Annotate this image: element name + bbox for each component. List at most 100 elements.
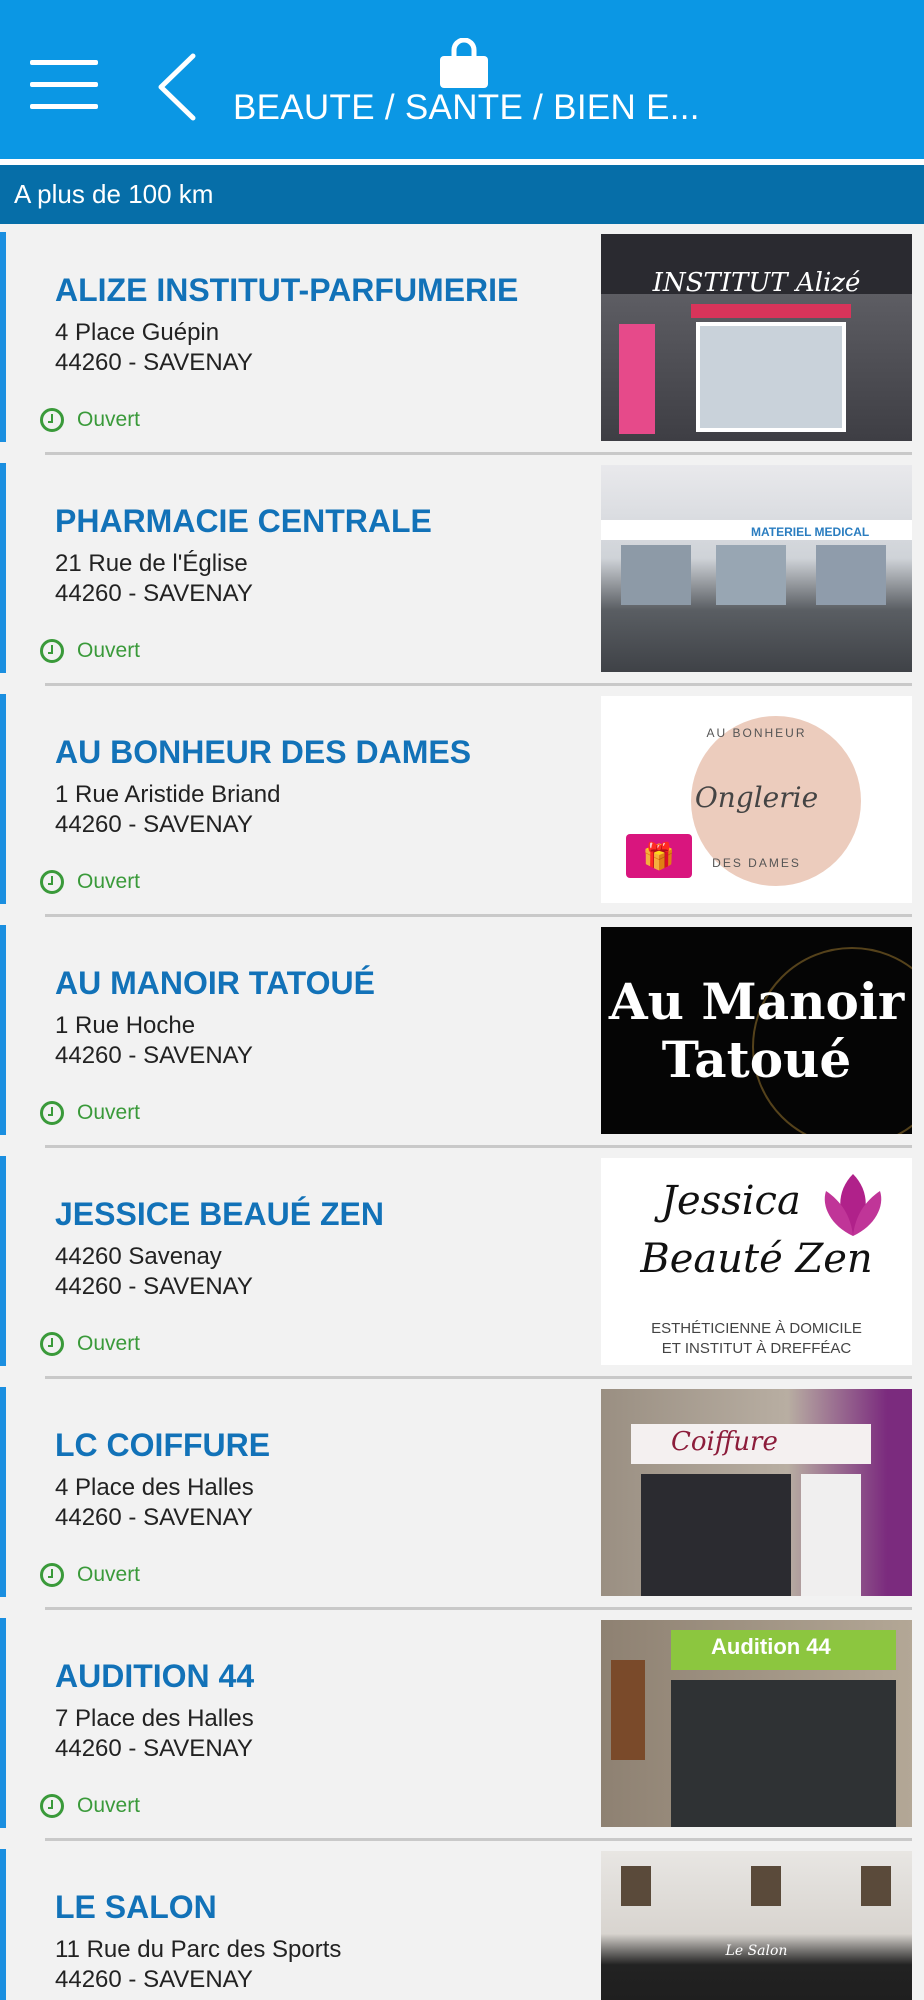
listing-address: 4 Place des Halles 44260 - SAVENAY <box>55 1473 254 1533</box>
listing-accent <box>0 463 6 673</box>
listing-street: 7 Place des Halles <box>55 1705 254 1732</box>
listing-name: ALIZE INSTITUT-PARFUMERIE <box>55 272 519 308</box>
listing-status: Ouvert <box>40 1794 140 1818</box>
listing-item[interactable]: ALIZE INSTITUT-PARFUMERIE 4 Place Guépin… <box>0 232 924 463</box>
listing-street: 21 Rue de l'Église <box>55 550 248 577</box>
listing-image-text: MATERIEL MEDICAL <box>751 525 870 539</box>
listing-street: 4 Place des Halles <box>55 1474 254 1501</box>
listing-street: 4 Place Guépin <box>55 319 220 346</box>
listing-image[interactable]: Audition 44 <box>601 1620 912 1827</box>
clock-icon <box>40 1794 64 1818</box>
clock-icon <box>40 1332 64 1356</box>
listing-image[interactable]: AU BONHEUR Onglerie DES DAMES 🎁 <box>601 696 912 903</box>
listing-item[interactable]: LC COIFFURE 4 Place des Halles 44260 - S… <box>0 1387 924 1618</box>
listing-image[interactable]: MATERIEL MEDICAL <box>601 465 912 672</box>
listing-city: 44260 - SAVENAY <box>55 1966 253 1993</box>
listing-city: 44260 - SAVENAY <box>55 811 253 838</box>
listing-city: 44260 - SAVENAY <box>55 1735 253 1762</box>
listing-status: Ouvert <box>40 639 140 663</box>
listing-address: 7 Place des Halles 44260 - SAVENAY <box>55 1704 254 1764</box>
shopping-bag-icon <box>440 38 488 88</box>
listing-item[interactable]: LE SALON 11 Rue du Parc des Sports 44260… <box>0 1849 924 2000</box>
listing-divider <box>45 1376 912 1379</box>
listing-image-text-mid: Onglerie <box>694 781 819 814</box>
listing-name: LC COIFFURE <box>55 1427 271 1463</box>
listing-address: 44260 Savenay 44260 - SAVENAY <box>55 1242 253 1302</box>
listing-accent <box>0 1849 6 2000</box>
listing-accent <box>0 694 6 904</box>
clock-icon <box>40 1563 64 1587</box>
hamburger-icon[interactable] <box>30 58 98 114</box>
listing-image-text-top: AU BONHEUR <box>706 726 807 740</box>
listing-divider <box>45 1838 912 1841</box>
listing-status: Ouvert <box>40 408 140 432</box>
listing-name: PHARMACIE CENTRALE <box>55 503 432 539</box>
listing-accent <box>0 232 6 442</box>
listing-name: AUDITION 44 <box>55 1658 255 1694</box>
listing-image[interactable]: Jessica Beauté Zen ESTHÉTICIENNE À DOMIC… <box>601 1158 912 1365</box>
listing-image-text-top: Au Manoir <box>608 971 905 1031</box>
listing-divider <box>45 683 912 686</box>
app-header: BEAUTE / SANTE / BIEN E... <box>0 0 924 159</box>
listing-city: 44260 - SAVENAY <box>55 1273 253 1300</box>
listing-item[interactable]: PHARMACIE CENTRALE 21 Rue de l'Église 44… <box>0 463 924 694</box>
gift-icon: 🎁 <box>626 834 692 878</box>
listing-item[interactable]: JESSICE BEAUÉ ZEN 44260 Savenay 44260 - … <box>0 1156 924 1387</box>
listing-status: Ouvert <box>40 1101 140 1125</box>
status-label: Ouvert <box>77 639 141 662</box>
listing-street: 1 Rue Aristide Briand <box>55 781 281 808</box>
listing-image[interactable]: Coiffure <box>601 1389 912 1596</box>
clock-icon <box>40 1101 64 1125</box>
distance-bar: A plus de 100 km <box>0 165 924 224</box>
listing-accent <box>0 1387 6 1597</box>
listing-image-text-top: Jessica <box>661 1178 801 1224</box>
listing-status: Ouvert <box>40 1563 140 1587</box>
listing-image-text-bottom: Tatoué <box>661 1029 852 1089</box>
status-label: Ouvert <box>77 870 141 893</box>
clock-icon <box>40 870 64 894</box>
listing-address: 11 Rue du Parc des Sports 44260 - SAVENA… <box>55 1935 341 1995</box>
listing-address: 4 Place Guépin 44260 - SAVENAY <box>55 318 253 378</box>
lotus-icon <box>816 1166 891 1241</box>
status-label: Ouvert <box>77 408 141 431</box>
listing-image-text: Le Salon <box>725 1943 788 1959</box>
listing-street: 1 Rue Hoche <box>55 1012 196 1039</box>
listing-image-text: Audition 44 <box>711 1634 831 1659</box>
chevron-left-icon[interactable] <box>155 52 199 122</box>
listing-accent <box>0 925 6 1135</box>
listing-item[interactable]: AUDITION 44 7 Place des Halles 44260 - S… <box>0 1618 924 1849</box>
status-label: Ouvert <box>77 1101 141 1124</box>
listing-street: 11 Rue du Parc des Sports <box>55 1936 342 1963</box>
listing-divider <box>45 1145 912 1148</box>
listing-street: 44260 Savenay <box>55 1243 222 1270</box>
listing-status: Ouvert <box>40 870 140 894</box>
listing-city: 44260 - SAVENAY <box>55 1042 253 1069</box>
listing-divider <box>45 1607 912 1610</box>
listing-name: JESSICE BEAUÉ ZEN <box>55 1196 384 1232</box>
status-label: Ouvert <box>77 1332 141 1355</box>
listing-address: 21 Rue de l'Église 44260 - SAVENAY <box>55 549 253 609</box>
listing-name: LE SALON <box>55 1889 217 1925</box>
listing-image-text: INSTITUT Alizé <box>652 267 861 298</box>
listing-city: 44260 - SAVENAY <box>55 1504 253 1531</box>
listing-city: 44260 - SAVENAY <box>55 580 253 607</box>
listing-image[interactable]: Au Manoir Tatoué <box>601 927 912 1134</box>
listing-name: AU MANOIR TATOUÉ <box>55 965 375 1001</box>
clock-icon <box>40 639 64 663</box>
listing-image-text-mid: Beauté Zen <box>640 1236 873 1282</box>
listing-accent <box>0 1156 6 1366</box>
status-label: Ouvert <box>77 1563 141 1586</box>
clock-icon <box>40 408 64 432</box>
listing-accent <box>0 1618 6 1828</box>
listing-image[interactable]: Le Salon <box>601 1851 912 2000</box>
listing-divider <box>45 914 912 917</box>
listing-address: 1 Rue Aristide Briand 44260 - SAVENAY <box>55 780 280 840</box>
listing-item[interactable]: AU BONHEUR DES DAMES 1 Rue Aristide Bria… <box>0 694 924 925</box>
listing-image[interactable]: INSTITUT Alizé <box>601 234 912 441</box>
listing-city: 44260 - SAVENAY <box>55 349 253 376</box>
listing-divider <box>45 452 912 455</box>
listing-image-text-bottom: ESTHÉTICIENNE À DOMICILE <box>651 1320 862 1337</box>
status-label: Ouvert <box>77 1794 141 1817</box>
listing-status: Ouvert <box>40 1332 140 1356</box>
listing-item[interactable]: AU MANOIR TATOUÉ 1 Rue Hoche 44260 - SAV… <box>0 925 924 1156</box>
